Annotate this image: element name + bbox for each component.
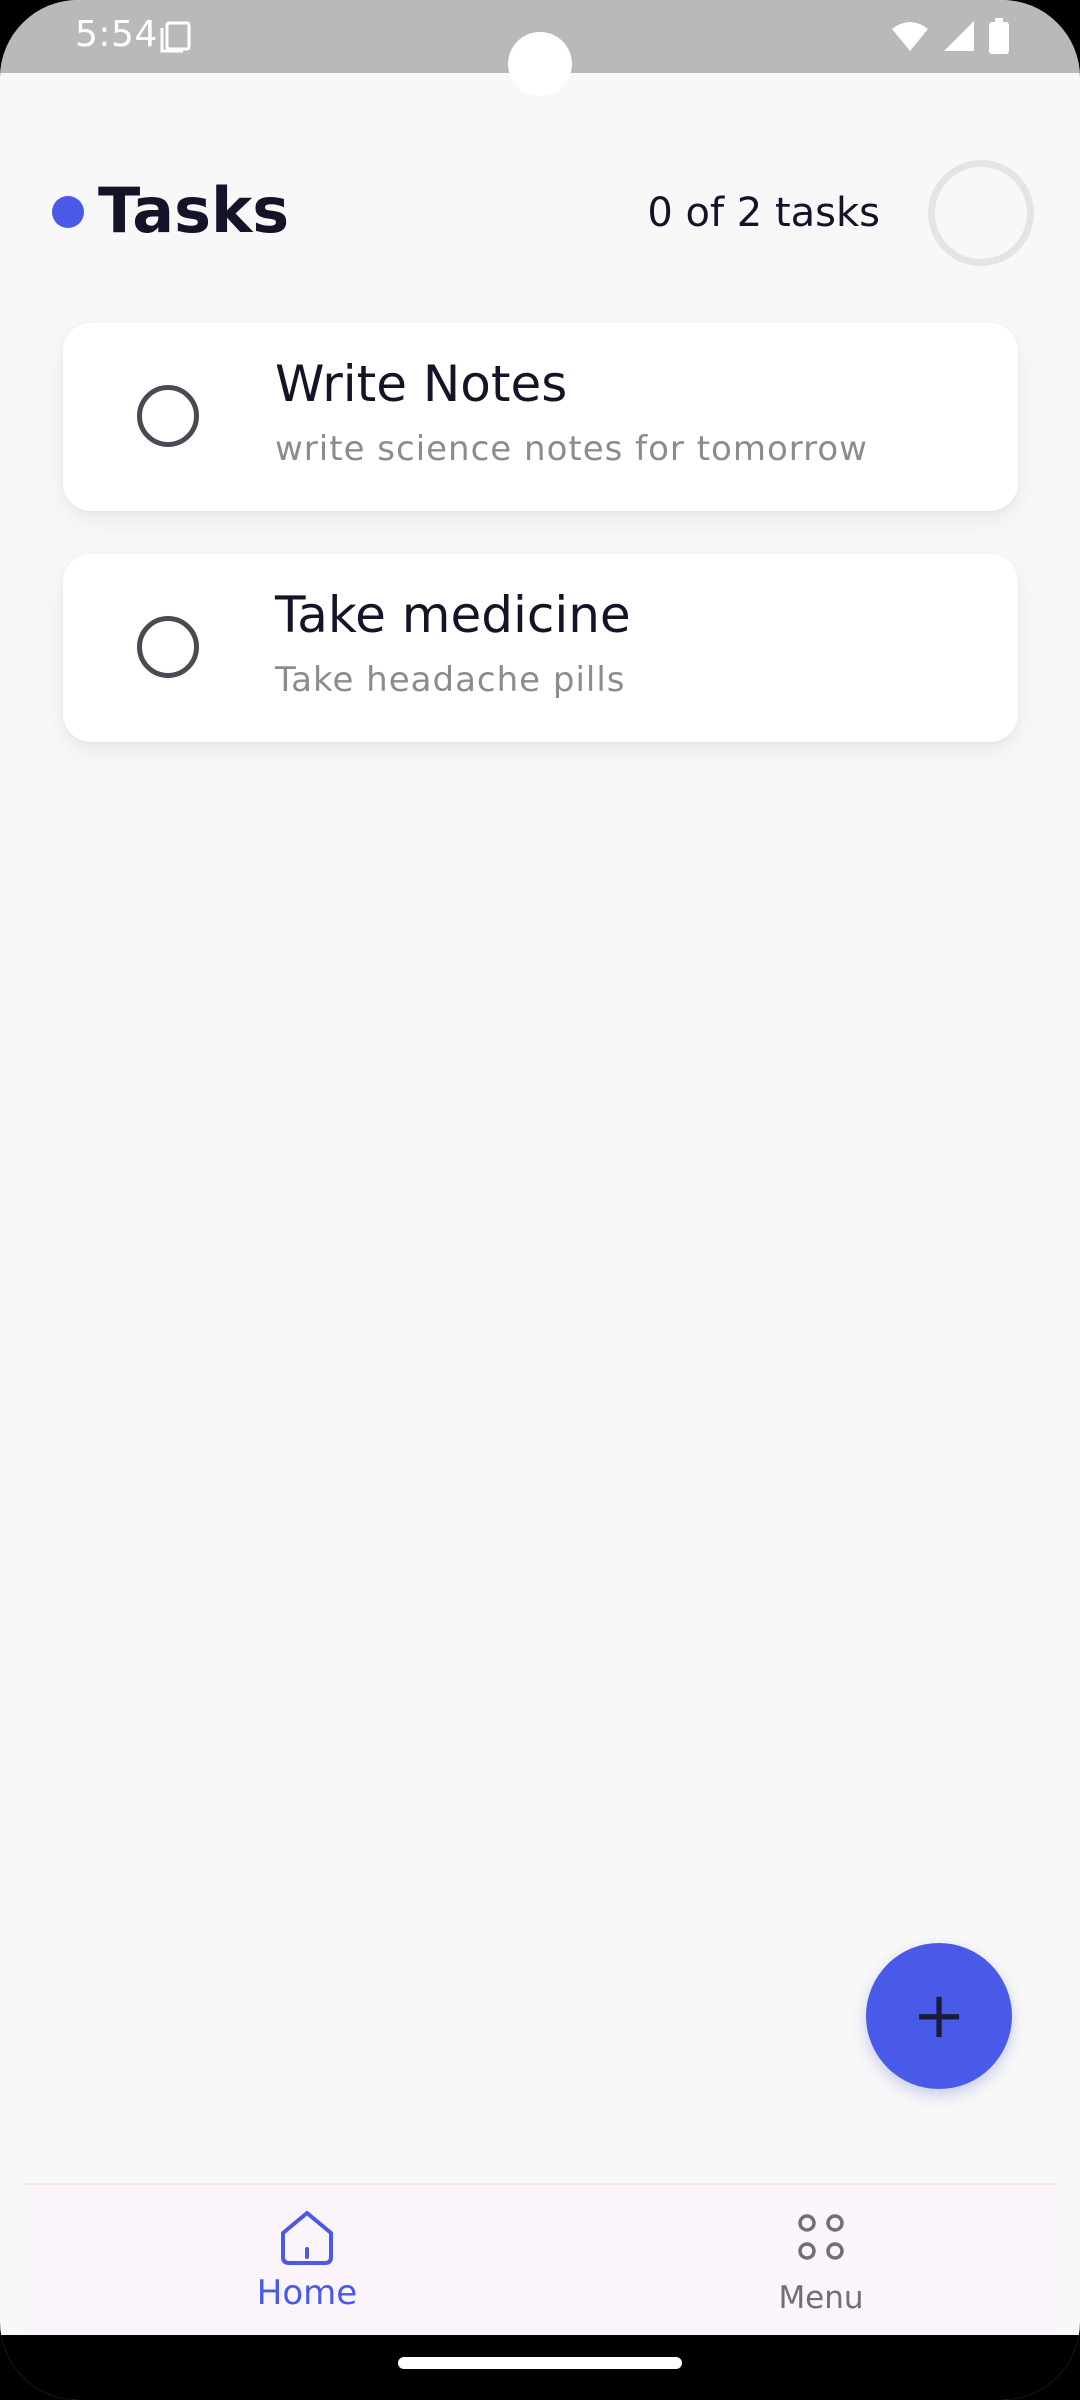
- task-description: write science notes for tomorrow: [275, 429, 868, 469]
- wifi-icon: [890, 19, 930, 58]
- nav-label-home: Home: [256, 2273, 358, 2313]
- home-gesture-handle[interactable]: [398, 2357, 682, 2369]
- page-title: Tasks: [98, 174, 290, 247]
- task-title: Take medicine: [275, 586, 631, 644]
- task-checkbox[interactable]: [137, 616, 199, 678]
- battery-icon: [988, 18, 1010, 59]
- nav-item-menu[interactable]: Menu: [671, 2185, 971, 2337]
- task-count: 0 of 2 tasks: [647, 190, 880, 236]
- task-checkbox[interactable]: [137, 385, 199, 447]
- add-task-button[interactable]: +: [866, 1943, 1012, 2089]
- page-header: Tasks 0 of 2 tasks: [0, 160, 1080, 270]
- nav-label-menu: Menu: [778, 2280, 864, 2316]
- task-card[interactable]: Write Notes write science notes for tomo…: [63, 323, 1018, 511]
- task-description: Take headache pills: [275, 660, 626, 700]
- status-time: 5:54: [75, 14, 158, 55]
- camera-cutout: [508, 32, 572, 96]
- task-card[interactable]: Take medicine Take headache pills: [63, 554, 1018, 742]
- status-icons: [890, 18, 1010, 59]
- nav-item-home[interactable]: Home: [157, 2185, 457, 2337]
- bottom-navigation: Home Menu: [25, 2183, 1055, 2335]
- signal-icon: [942, 19, 976, 58]
- menu-dots-icon: [791, 2207, 851, 2272]
- device-screen: 5:54 Tasks 0 of 2 tasks Write Notes writ…: [0, 0, 1080, 2400]
- home-icon: [277, 2207, 337, 2272]
- system-navigation-bar: [0, 2335, 1080, 2400]
- plus-icon: +: [912, 1979, 966, 2053]
- title-dot-icon: [52, 196, 84, 228]
- task-title: Write Notes: [275, 355, 568, 413]
- progress-ring: [928, 160, 1034, 266]
- sim-card-icon: [158, 20, 192, 59]
